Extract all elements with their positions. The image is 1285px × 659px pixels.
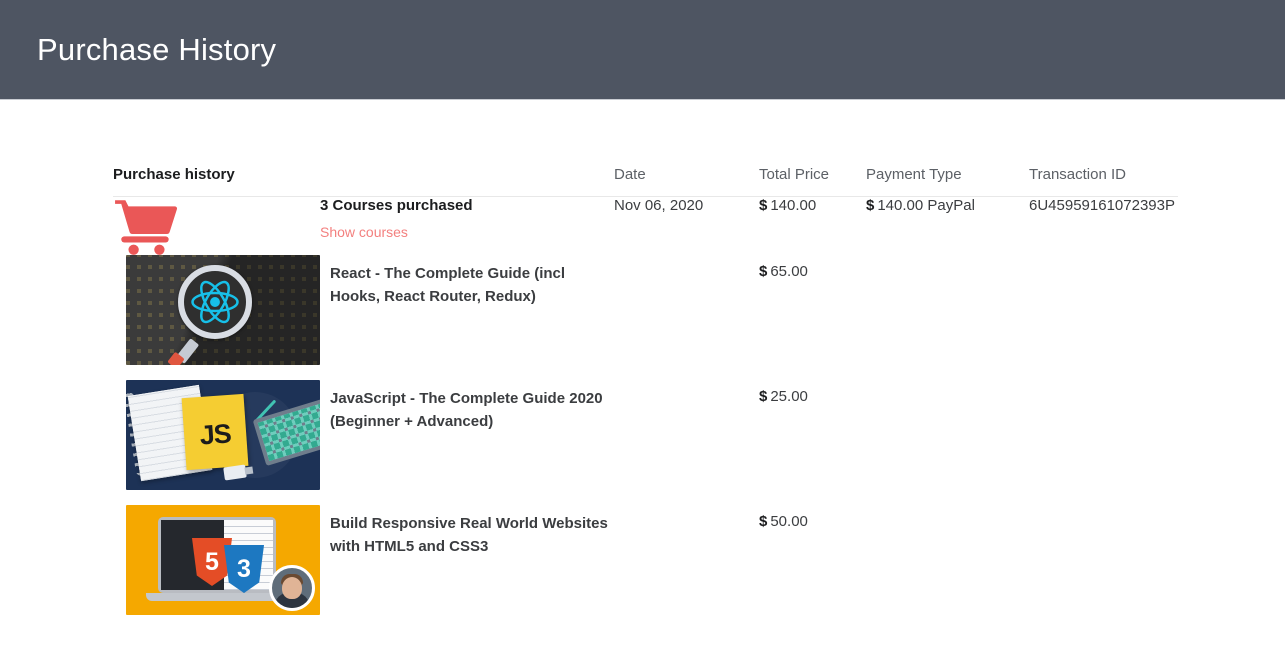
course-thumbnail-cell: 5 3 <box>113 505 320 630</box>
course-price: 65.00 <box>770 263 808 280</box>
order-date: Nov 06, 2020 <box>614 197 704 214</box>
currency-symbol: $ <box>759 513 768 530</box>
page-header: Purchase History <box>0 0 1285 100</box>
purchase-history-content: Purchase history Date Total Price Paymen… <box>113 100 1178 630</box>
course-thumbnail-cell: JS <box>113 380 320 505</box>
html-css-course-thumbnail[interactable]: 5 3 <box>126 505 320 615</box>
purchase-history-table: Purchase history Date Total Price Paymen… <box>113 166 1178 630</box>
course-price-cell: $25.00 <box>759 380 866 505</box>
react-logo-icon <box>191 280 239 324</box>
show-courses-link[interactable]: Show courses <box>320 224 408 240</box>
order-summary-title: 3 Courses purchased <box>320 197 473 214</box>
order-total-amount: 140.00 <box>770 197 817 214</box>
column-header-transaction-id: Transaction ID <box>1029 166 1178 197</box>
currency-symbol: $ <box>759 197 768 214</box>
instructor-avatar <box>269 565 315 611</box>
course-title: React - The Complete Guide (incl Hooks, … <box>330 265 566 305</box>
course-price-cell: $50.00 <box>759 505 866 630</box>
avatar-face <box>282 577 302 599</box>
course-title-cell: JavaScript - The Complete Guide 2020 (Be… <box>320 380 614 505</box>
order-payment-type: $140.00 PayPal <box>866 197 1029 256</box>
course-date-cell <box>614 255 759 380</box>
javascript-course-thumbnail[interactable]: JS <box>126 380 320 490</box>
js-logo-label: JS <box>198 418 232 451</box>
currency-symbol: $ <box>866 197 875 214</box>
table-header: Purchase history Date Total Price Paymen… <box>113 166 1178 197</box>
currency-symbol: $ <box>759 388 768 405</box>
course-transaction-cell <box>1029 505 1178 630</box>
currency-symbol: $ <box>759 263 768 280</box>
course-transaction-cell <box>1029 255 1178 380</box>
column-header-payment-type: Payment Type <box>866 166 1029 197</box>
course-date-cell <box>614 505 759 630</box>
course-payment-cell <box>866 505 1029 630</box>
course-title: JavaScript - The Complete Guide 2020 (Be… <box>330 390 603 430</box>
order-total-price: $140.00 <box>759 197 866 256</box>
course-price: 25.00 <box>770 388 808 405</box>
react-course-thumbnail[interactable] <box>126 255 320 365</box>
usb-drive-shape <box>223 464 247 481</box>
table-header-row: Purchase history Date Total Price Paymen… <box>113 166 1178 197</box>
course-thumbnail-cell <box>113 255 320 380</box>
shopping-cart-icon <box>115 200 178 255</box>
course-row[interactable]: 5 3 Build Responsive Real World Websites… <box>113 505 1178 630</box>
course-title: Build Responsive Real World Websites wit… <box>330 515 608 555</box>
order-cart-cell <box>113 197 320 256</box>
course-transaction-cell <box>1029 380 1178 505</box>
course-row[interactable]: JS JavaScript - The Complete Guide 2020 … <box>113 380 1178 505</box>
course-row[interactable]: React - The Complete Guide (incl Hooks, … <box>113 255 1178 380</box>
page-title: Purchase History <box>37 32 277 67</box>
order-summary-cell: 3 Courses purchased Show courses <box>320 197 614 256</box>
course-payment-cell <box>866 380 1029 505</box>
order-payment-method: PayPal <box>927 197 975 214</box>
table-body: 3 Courses purchased Show courses Nov 06,… <box>113 197 1178 631</box>
course-price-cell: $65.00 <box>759 255 866 380</box>
laptop-base <box>146 593 288 601</box>
course-title-cell: React - The Complete Guide (incl Hooks, … <box>320 255 614 380</box>
column-header-purchase-history: Purchase history <box>113 166 614 197</box>
course-date-cell <box>614 380 759 505</box>
column-header-date: Date <box>614 166 759 197</box>
course-payment-cell <box>866 255 1029 380</box>
order-transaction-id: 6U45959161072393P <box>1029 197 1175 214</box>
css3-logo-label: 3 <box>237 554 251 583</box>
js-sticky-note: JS <box>181 393 249 471</box>
order-summary-row: 3 Courses purchased Show courses Nov 06,… <box>113 197 1178 256</box>
html5-logo-label: 5 <box>205 547 219 576</box>
column-header-total-price: Total Price <box>759 166 866 197</box>
course-price: 50.00 <box>770 513 808 530</box>
course-title-cell: Build Responsive Real World Websites wit… <box>320 505 614 630</box>
order-payment-amount: 140.00 <box>877 197 924 214</box>
